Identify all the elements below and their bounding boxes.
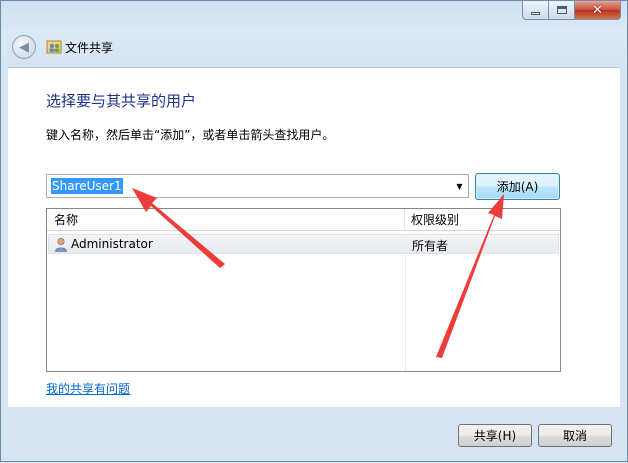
close-icon: ✕ [592,2,603,18]
user-combobox[interactable]: ShareUser1 ▼ [46,174,469,198]
row-user-name: Administrator [71,237,153,251]
help-link[interactable]: 我的共享有问题 [46,380,130,397]
column-header-name[interactable]: 名称 [47,209,405,231]
share-button[interactable]: 共享(H) [458,424,532,447]
minimize-button[interactable] [522,1,549,20]
back-button[interactable]: ◀ [12,35,36,59]
cancel-button[interactable]: 取消 [538,424,612,447]
list-header: 名称 权限级别 [47,209,560,231]
table-row[interactable]: Administrator 所有者 [48,234,559,254]
content-panel: 选择要与其共享的用户 键入名称，然后单击“添加”，或者单击箭头查找用户。 Sha… [8,67,620,407]
caption-buttons: ✕ [522,1,621,20]
column-header-permission[interactable]: 权限级别 [405,209,560,231]
instruction-text: 键入名称，然后单击“添加”，或者单击箭头查找用户。 [46,128,335,142]
dropdown-arrow-button[interactable]: ▼ [451,175,468,197]
user-icon [55,237,67,252]
maximize-icon [556,6,567,14]
window-title: 文件共享 [65,41,114,55]
close-button[interactable]: ✕ [575,1,621,20]
back-arrow-icon: ◀ [19,39,29,55]
chevron-down-icon: ▼ [456,181,463,191]
user-combobox-value[interactable]: ShareUser1 [51,178,123,194]
file-sharing-window: ✕ ◀ 文件共享 选择要与其共享的用户 键入名称，然后单击“添加”，或者单击箭头… [0,0,628,462]
minimize-icon [531,11,540,15]
share-users-icon [46,40,62,54]
page-heading: 选择要与其共享的用户 [46,92,197,110]
user-list[interactable]: 名称 权限级别 Administrator 所有者 [46,208,561,372]
add-button[interactable]: 添加(A) [475,173,560,200]
row-permission-level[interactable]: 所有者 [412,237,448,254]
maximize-button[interactable] [549,1,575,20]
